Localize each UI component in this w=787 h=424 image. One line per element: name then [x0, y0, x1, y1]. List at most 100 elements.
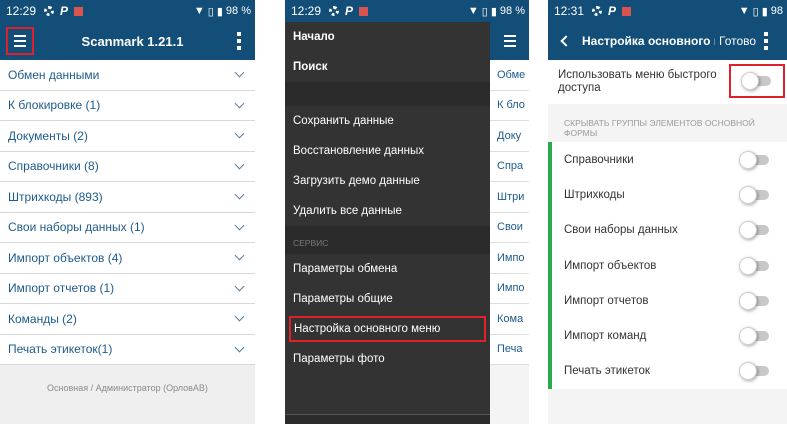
status-time: 12:29: [6, 4, 37, 18]
navigation-drawer: Начало Поиск Сохранить данные Восстановл…: [285, 22, 490, 424]
section-row[interactable]: Команды (2): [0, 304, 255, 335]
main-screen-peek: Обме К бло Доку Спра Штри Свои Импо Импо Кома Печ…: [490, 22, 529, 424]
sim-icon: ▯: [207, 5, 214, 18]
app-notification-icon: [359, 6, 369, 16]
section-row[interactable]: Печать этикеток(1): [0, 334, 255, 365]
group-toggle-row: Свои наборы данных: [548, 213, 787, 248]
chevron-down-icon: [234, 159, 245, 170]
drawer-bottom: [285, 414, 490, 424]
group-toggle-switch[interactable]: [739, 150, 771, 169]
status-bar: 12:29 P ▼ ▯ ▮ 98 %: [285, 0, 529, 22]
peek-app-bar: [490, 22, 529, 60]
wifi-icon: ▼: [738, 5, 750, 17]
chevron-down-icon: [234, 189, 245, 200]
group-toggle-label: Импорт команд: [564, 330, 647, 343]
drawer-item-main-menu-settings[interactable]: Настройка основного меню: [289, 316, 486, 342]
group-toggle-switch[interactable]: [739, 291, 771, 310]
drawer-item-restore-data[interactable]: Восстановление данных: [285, 136, 490, 166]
battery-icon: ▮: [216, 5, 223, 18]
settings-notification-icon: [44, 6, 55, 16]
drawer-item-save-data[interactable]: Сохранить данные: [285, 106, 490, 136]
peek-row: Кома: [490, 304, 529, 335]
sim-icon: ▯: [752, 5, 759, 18]
app-bar: Scanmark 1.21.1: [0, 22, 255, 60]
peek-row: Обме: [490, 60, 529, 91]
quick-menu-label: Использовать меню быстрого доступа: [558, 69, 717, 94]
peek-row: Доку: [490, 121, 529, 152]
overflow-menu-icon[interactable]: [762, 32, 770, 50]
section-header: СКРЫВАТЬ ГРУППЫ ЭЛЕМЕНТОВ ОСНОВНОЙ ФОРМЫ: [548, 104, 787, 142]
peek-row: Импо: [490, 273, 529, 304]
done-button[interactable]: Готово: [719, 34, 756, 48]
group-toggle-row: Справочники: [548, 142, 787, 177]
drawer-item-load-demo[interactable]: Загрузить демо данные: [285, 166, 490, 196]
group-toggle-label: Импорт объектов: [564, 259, 657, 272]
quick-menu-toggle[interactable]: [741, 72, 773, 90]
peek-row: Спра: [490, 151, 529, 182]
settings-screen: 12:31 P ▼ ▯ ▮ 98 Настройка основного м..…: [548, 0, 787, 424]
section-row-label: Импорт отчетов (1): [8, 281, 115, 296]
peek-row: Свои: [490, 212, 529, 243]
back-arrow-icon[interactable]: [560, 35, 572, 47]
settings-notification-icon: [592, 6, 603, 16]
chevron-down-icon: [234, 98, 245, 109]
group-toggle-row: Импорт команд: [548, 318, 787, 353]
drawer-item-photo-params[interactable]: Параметры фото: [285, 344, 490, 374]
section-row[interactable]: Импорт объектов (4): [0, 243, 255, 274]
user-footer: Основная / Администратор (ОрловАВ): [47, 383, 208, 393]
drawer-item-search[interactable]: Поиск: [285, 52, 490, 82]
group-toggle-label: Штрихкоды: [564, 188, 625, 201]
settings-title: Настройка основного м...: [582, 34, 715, 48]
group-toggle-label: Справочники: [564, 153, 634, 166]
group-toggle-list: Справочники Штрихкоды Свои наборы данных Им…: [548, 142, 787, 390]
battery-icon: ▮: [761, 5, 768, 18]
drawer-item-general-params[interactable]: Параметры общие: [285, 284, 490, 314]
section-row[interactable]: Штрихкоды (893): [0, 182, 255, 213]
app-notification-icon: [622, 6, 632, 16]
sim-icon: ▯: [481, 5, 488, 18]
app-title: Scanmark 1.21.1: [81, 33, 184, 49]
battery-level: 98 %: [225, 5, 251, 17]
drawer-item-delete-all[interactable]: Удалить все данные: [285, 196, 490, 226]
chevron-down-icon: [234, 342, 245, 353]
section-row[interactable]: Документы (2): [0, 121, 255, 152]
peek-row: Штри: [490, 182, 529, 213]
overflow-menu-icon[interactable]: [231, 32, 247, 50]
drawer-item-home[interactable]: Начало: [285, 22, 490, 52]
hamburger-menu-icon[interactable]: [6, 27, 34, 55]
group-toggle-switch[interactable]: [739, 327, 771, 346]
section-list: Обмен данными К блокировке (1) Документы (…: [0, 60, 255, 365]
drawer-section-service: СЕРВИС: [285, 226, 490, 254]
wifi-icon: ▼: [467, 5, 479, 17]
group-toggle-row: Импорт объектов: [548, 248, 787, 283]
p-notification-icon: P: [345, 4, 354, 18]
chevron-down-icon: [234, 311, 245, 322]
quick-menu-row: Использовать меню быстрого доступа: [548, 60, 787, 104]
group-toggle-switch[interactable]: [739, 221, 771, 240]
quick-menu-highlight: [729, 64, 785, 98]
section-row[interactable]: Свои наборы данных (1): [0, 212, 255, 243]
drawer-divider: [285, 82, 490, 106]
hamburger-menu-icon[interactable]: [503, 35, 516, 47]
group-toggle-switch[interactable]: [739, 362, 771, 381]
group-toggle-label: Свои наборы данных: [564, 224, 678, 237]
section-row[interactable]: К блокировке (1): [0, 90, 255, 121]
chevron-down-icon: [234, 128, 245, 139]
drawer-item-exchange-params[interactable]: Параметры обмена: [285, 254, 490, 284]
section-row-label: К блокировке (1): [8, 98, 101, 113]
group-toggle-switch[interactable]: [739, 185, 771, 204]
settings-app-bar: Настройка основного м... Готово: [548, 22, 787, 60]
status-time: 12:29: [291, 4, 322, 18]
status-bar: 12:31 P ▼ ▯ ▮ 98: [548, 0, 787, 22]
chevron-down-icon: [234, 67, 245, 78]
section-row[interactable]: Обмен данными: [0, 60, 255, 91]
main-screen: 12:29 P ▼ ▯ ▮ 98 % Scanmark 1.21.1 Обмен…: [0, 0, 255, 424]
section-row-label: Импорт объектов (4): [8, 250, 123, 265]
p-notification-icon: P: [608, 4, 617, 18]
settings-notification-icon: [329, 6, 340, 16]
battery-level: 98: [770, 5, 783, 17]
section-row[interactable]: Справочники (8): [0, 151, 255, 182]
section-row[interactable]: Импорт отчетов (1): [0, 273, 255, 304]
chevron-down-icon: [234, 250, 245, 261]
group-toggle-switch[interactable]: [739, 256, 771, 275]
